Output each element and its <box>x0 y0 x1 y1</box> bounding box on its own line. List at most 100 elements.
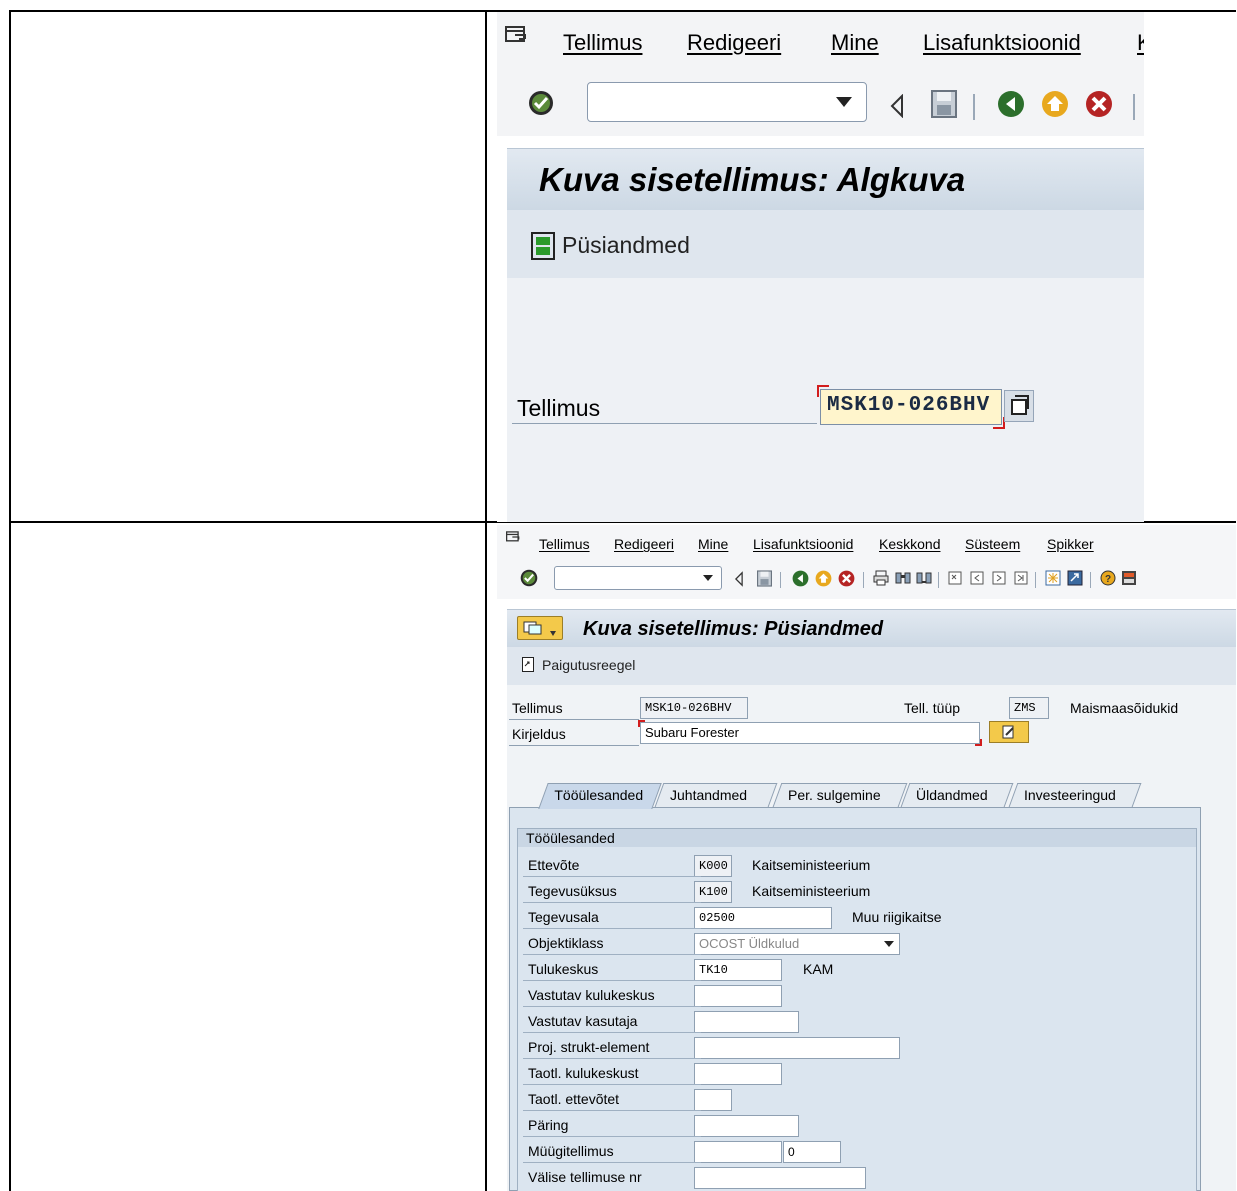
chevron-down-icon[interactable] <box>836 97 852 107</box>
business-area-text: Kaitseministeerium <box>752 883 871 899</box>
field-underline <box>509 719 639 720</box>
back-green-icon[interactable] <box>792 570 809 587</box>
menu-keskkond[interactable]: Keskkond <box>879 536 940 552</box>
object-services-button[interactable] <box>517 616 563 640</box>
back-arrow-icon[interactable] <box>734 571 744 587</box>
object-class-select[interactable]: OCOST Üldkulud <box>694 933 900 955</box>
command-field[interactable] <box>587 82 867 122</box>
toolbar-separator <box>863 572 864 588</box>
requesting-cost-center-label: Taotl. kulukeskust <box>528 1065 639 1081</box>
matchcode-button[interactable] <box>1004 390 1034 422</box>
requesting-company-label: Taotl. ettevõtet <box>528 1091 620 1107</box>
business-area-field[interactable]: K100 <box>694 881 732 903</box>
layout-menu-icon[interactable] <box>1121 570 1137 586</box>
tab-per-sulgemine[interactable]: Per. sulgemine <box>772 783 908 807</box>
enter-check-icon[interactable] <box>528 90 554 116</box>
menu-keskkond-partial[interactable]: K <box>1137 30 1144 56</box>
help-icon[interactable]: ? <box>1100 570 1116 586</box>
save-icon[interactable] <box>931 90 957 118</box>
save-icon[interactable] <box>757 570 772 587</box>
cancel-red-icon[interactable] <box>838 570 855 587</box>
menu-lisafunktsioonid[interactable]: Lisafunktsioonid <box>923 30 1081 56</box>
tab-label: Tööülesanded <box>554 787 644 803</box>
row-divider <box>523 1032 701 1033</box>
row-divider <box>523 980 701 981</box>
menu-tellimus[interactable]: Tellimus <box>539 536 590 552</box>
tab-label: Juhtandmed <box>670 787 748 803</box>
master-data-icon[interactable] <box>531 232 555 260</box>
functional-area-input[interactable]: 02500 <box>694 907 832 929</box>
last-page-icon[interactable] <box>1013 570 1029 586</box>
enter-check-icon[interactable] <box>520 569 538 587</box>
inquiry-input[interactable] <box>694 1115 799 1137</box>
company-code-field[interactable]: K000 <box>694 855 732 877</box>
order-label: Tellimus <box>517 395 601 421</box>
previous-page-icon[interactable] <box>969 570 985 586</box>
menu-mine[interactable]: Mine <box>698 536 728 552</box>
screenshot-master-data: Tellimus Redigeeri Mine Lisafunktsioonid… <box>497 525 1236 1191</box>
settlement-rule-button[interactable]: Paigutusreegel <box>542 657 635 673</box>
long-text-button[interactable] <box>989 721 1029 743</box>
new-session-icon[interactable] <box>1045 570 1061 586</box>
title-bar: Kuva sisetellimus: Püsiandmed <box>507 609 1236 648</box>
order-input[interactable]: MSK10-026BHV <box>817 385 1005 429</box>
screenshot-initial: Tellimus Redigeeri Mine Lisafunktsioonid… <box>497 12 1144 522</box>
order-type-field[interactable]: ZMS <box>1009 697 1049 719</box>
menu-mine[interactable]: Mine <box>831 30 879 56</box>
chevron-down-icon[interactable] <box>884 941 894 947</box>
menu-dropdown-icon[interactable] <box>506 531 520 543</box>
tab-panel: Tööülesanded Ettevõte K000 Kaitseministe… <box>509 807 1201 1191</box>
field-underline <box>509 745 639 746</box>
menu-susteem[interactable]: Süsteem <box>965 536 1020 552</box>
row-divider <box>523 902 701 903</box>
chevron-down-icon[interactable] <box>703 575 713 581</box>
functional-area-text: Muu riigikaitse <box>852 909 942 925</box>
menu-tellimus[interactable]: Tellimus <box>563 30 642 56</box>
standard-toolbar: ? <box>497 557 1236 599</box>
tab-tooulesanded[interactable]: Tööülesanded <box>538 783 662 809</box>
external-order-input[interactable] <box>694 1167 866 1189</box>
requesting-cost-center-input[interactable] <box>694 1063 782 1085</box>
sales-order-item-input[interactable]: 0 <box>783 1141 841 1163</box>
profit-center-label: Tulukeskus <box>528 961 599 977</box>
responsible-cost-center-input[interactable] <box>694 985 782 1007</box>
tab-juhtandmed[interactable]: Juhtandmed <box>654 783 778 807</box>
requesting-company-input[interactable] <box>694 1089 732 1111</box>
sales-order-input[interactable] <box>694 1141 782 1163</box>
wbs-element-input[interactable] <box>694 1037 900 1059</box>
field-underline <box>512 423 817 424</box>
responsible-user-input[interactable] <box>694 1011 799 1033</box>
menu-lisafunktsioonid[interactable]: Lisafunktsioonid <box>753 536 853 552</box>
back-arrow-icon[interactable] <box>889 94 905 118</box>
find-icon[interactable] <box>895 570 911 586</box>
first-page-icon[interactable] <box>947 570 963 586</box>
menu-dropdown-icon[interactable] <box>505 26 527 44</box>
tab-uldandmed[interactable]: Üldandmed <box>900 783 1014 807</box>
command-field[interactable] <box>554 566 722 590</box>
menu-spikker[interactable]: Spikker <box>1047 536 1094 552</box>
cancel-red-icon[interactable] <box>1085 90 1113 118</box>
master-data-screen: Tellimus MSK10-026BHV Tell. tüüp ZMS Mai… <box>507 685 1236 1191</box>
menu-redigeeri[interactable]: Redigeeri <box>687 30 781 56</box>
title-bar: Kuva sisetellimus: Algkuva <box>507 148 1144 211</box>
order-field[interactable]: MSK10-026BHV <box>640 697 748 719</box>
edit-text-icon <box>1002 725 1014 739</box>
toolbar-separator <box>1090 572 1091 588</box>
tab-investeeringud[interactable]: Investeeringud <box>1008 783 1142 807</box>
master-data-button[interactable]: Püsiandmed <box>562 232 690 259</box>
back-green-icon[interactable] <box>997 90 1025 118</box>
external-order-label: Välise tellimuse nr <box>528 1169 642 1185</box>
exit-yellow-icon[interactable] <box>1041 90 1069 118</box>
find-next-icon[interactable] <box>916 570 932 586</box>
next-page-icon[interactable] <box>991 570 1007 586</box>
exit-yellow-icon[interactable] <box>815 570 832 587</box>
row-divider <box>523 954 701 955</box>
settlement-rule-icon[interactable] <box>522 657 534 672</box>
print-icon[interactable] <box>873 570 889 586</box>
order-type-text: Maismaasõidukid <box>1070 700 1179 716</box>
sales-order-label: Müügitellimus <box>528 1143 614 1159</box>
table-border-left <box>9 10 11 1191</box>
shortcut-icon[interactable] <box>1067 570 1083 586</box>
menu-redigeeri[interactable]: Redigeeri <box>614 536 674 552</box>
profit-center-input[interactable]: TK10 <box>694 959 782 981</box>
